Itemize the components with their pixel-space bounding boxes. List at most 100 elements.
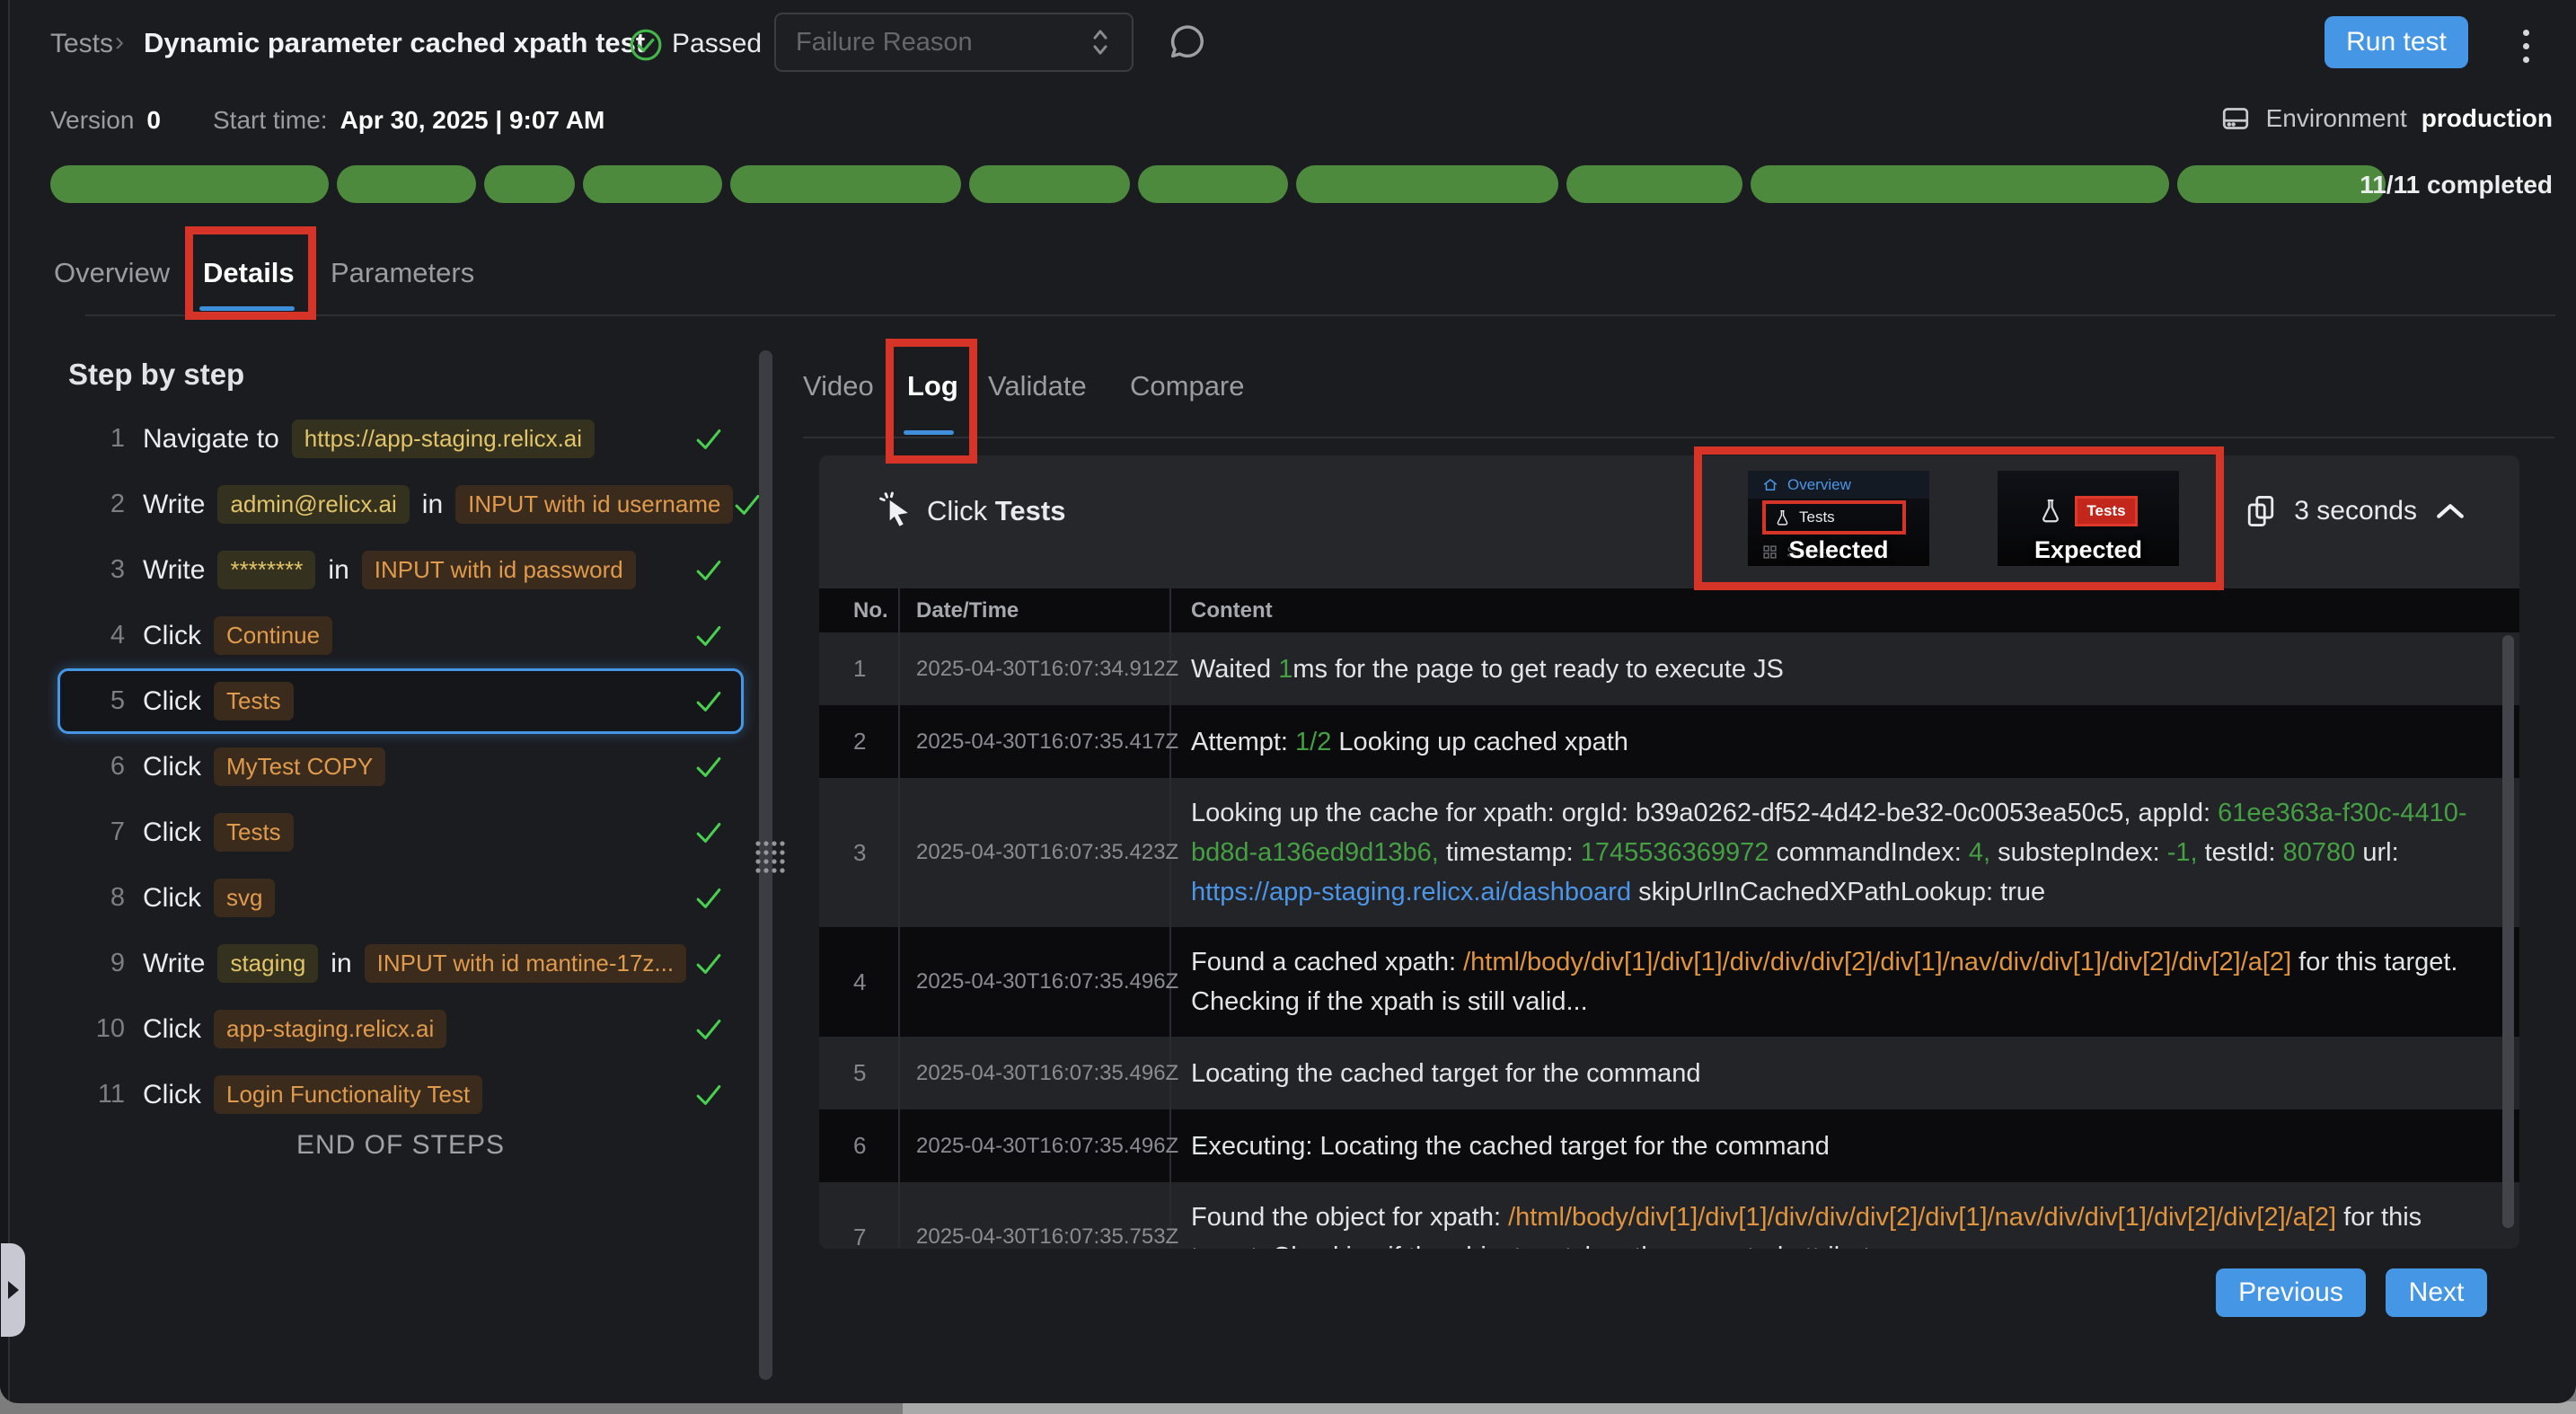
step-passed-check-icon (733, 493, 762, 517)
version-label: Version (50, 106, 134, 135)
environment-icon (2219, 102, 2252, 135)
failure-reason-select[interactable]: Failure Reason (774, 13, 1134, 72)
start-time-value: Apr 30, 2025 | 9:07 AM (340, 106, 605, 135)
log-row-3: 32025-04-30T16:07:35.423ZLooking up the … (819, 778, 2519, 927)
step-row-4[interactable]: 4ClickContinue (57, 603, 744, 668)
step-number: 7 (91, 817, 125, 847)
tab-log[interactable]: Log (907, 370, 958, 402)
step-action: Click (143, 883, 201, 914)
step-row-11[interactable]: 11ClickLogin Functionality Test (57, 1062, 744, 1127)
progress-bar (50, 165, 2386, 203)
log-row-number: 7 (819, 1182, 900, 1249)
progress-segment (583, 165, 722, 203)
log-row-timestamp: 2025-04-30T16:07:35.753Z (900, 1182, 1171, 1249)
step-row-6[interactable]: 6ClickMyTest COPY (57, 734, 744, 800)
step-action: Click (143, 817, 201, 848)
step-row-9[interactable]: 9WritestaginginINPUT with id mantine-17z… (57, 931, 744, 996)
log-row-content: Found a cached xpath: /html/body/div[1]/… (1171, 927, 2519, 1037)
tab-video[interactable]: Video (803, 370, 874, 402)
start-time-label: Start time: (213, 106, 328, 135)
log-row-number: 1 (819, 632, 900, 705)
panel-resize-handle[interactable] (754, 839, 788, 875)
collapse-chevron-icon[interactable] (2435, 501, 2466, 521)
copy-icon[interactable] (2245, 493, 2276, 529)
step-target-chip: svg (214, 879, 275, 917)
run-test-button[interactable]: Run test (2325, 16, 2468, 68)
step-row-3[interactable]: 3Write********inINPUT with id password (57, 537, 744, 603)
log-command-action: Click (927, 495, 987, 526)
log-row-content: Executing: Locating the cached target fo… (1171, 1111, 2519, 1181)
step-passed-check-icon (694, 1018, 723, 1041)
step-value-chip: staging (217, 944, 318, 983)
step-action: Click (143, 621, 201, 651)
step-joiner: in (331, 949, 351, 979)
step-row-10[interactable]: 10Clickapp-staging.relicx.ai (57, 996, 744, 1062)
step-row-5[interactable]: 5ClickTests (57, 668, 744, 734)
comment-bubble-icon[interactable] (1166, 22, 1207, 63)
step-target-chip: INPUT with id mantine-17z... (365, 944, 686, 983)
step-passed-check-icon (694, 887, 723, 910)
expected-screenshot-thumbnail[interactable]: Tests Expected (1998, 471, 2179, 566)
log-header: Click Tests 3 seconds (819, 455, 2519, 588)
expected-tests-highlight: Tests (2075, 496, 2137, 526)
col-header-content: Content (1171, 598, 2519, 623)
step-row-7[interactable]: 7ClickTests (57, 800, 744, 865)
progress-segment (1566, 165, 1743, 203)
flask-icon (2039, 498, 2062, 525)
progress-segment (1138, 165, 1288, 203)
step-joiner: in (422, 490, 443, 520)
step-number: 2 (91, 490, 125, 519)
app-root: Tests › Dynamic parameter cached xpath t… (0, 0, 2576, 1414)
next-button[interactable]: Next (2386, 1268, 2487, 1317)
kebab-menu-icon[interactable] (2508, 23, 2544, 68)
expected-label: Expected (1998, 536, 2179, 564)
step-passed-check-icon (694, 559, 723, 582)
col-header-datetime: Date/Time (900, 588, 1171, 632)
log-row-number: 6 (819, 1109, 900, 1182)
tab-compare[interactable]: Compare (1130, 370, 1245, 402)
step-action: Write (143, 490, 205, 520)
step-number: 10 (91, 1014, 125, 1044)
step-row-1[interactable]: 1Navigate tohttps://app-staging.relicx.a… (57, 406, 744, 472)
step-joiner: in (328, 555, 348, 586)
tab-overview[interactable]: Overview (54, 257, 170, 289)
log-row-timestamp: 2025-04-30T16:07:35.496Z (900, 1109, 1171, 1182)
selected-screenshot-thumbnail[interactable]: Overview Tests Suites Selected (1748, 471, 1929, 566)
click-cursor-icon (877, 490, 916, 529)
sidebar-expand-flap[interactable] (1, 1243, 25, 1337)
step-passed-check-icon (694, 624, 723, 648)
log-command-title: Click Tests (927, 495, 1065, 527)
tab-validate[interactable]: Validate (988, 370, 1087, 402)
mini-nav-overview: Overview (1748, 471, 1929, 499)
previous-button[interactable]: Previous (2216, 1268, 2366, 1317)
step-row-8[interactable]: 8 Click svg (57, 865, 744, 931)
duration-text: 3 seconds (2294, 496, 2417, 526)
steps-list: 1Navigate tohttps://app-staging.relicx.a… (57, 406, 744, 1127)
breadcrumb-separator: › (115, 27, 124, 57)
left-edge-divider (8, 0, 10, 1403)
log-rows: 12025-04-30T16:07:34.912ZWaited 1ms for … (819, 632, 2519, 1249)
active-detail-tab-underline (904, 430, 954, 435)
step-number: 8 (91, 883, 125, 913)
step-target-chip: app-staging.relicx.ai (214, 1010, 446, 1048)
tabs-divider (85, 314, 2555, 316)
meta-row: Version 0 Start time: Apr 30, 2025 | 9:0… (0, 90, 2576, 153)
progress-segment (730, 165, 960, 203)
step-number: 5 (91, 686, 125, 716)
log-row-timestamp: 2025-04-30T16:07:35.496Z (900, 1037, 1171, 1109)
tab-parameters[interactable]: Parameters (331, 257, 474, 289)
tab-details[interactable]: Details (203, 257, 295, 289)
step-action: Click (143, 1080, 201, 1110)
version-value: 0 (146, 106, 161, 135)
step-action: Navigate to (143, 424, 279, 455)
step-action: Write (143, 555, 205, 586)
log-link[interactable]: https://app-staging.relicx.ai/dashboard (1191, 878, 1631, 906)
log-scrollbar[interactable] (2502, 635, 2514, 1228)
breadcrumb-tests-link[interactable]: Tests (50, 29, 113, 59)
step-value-chip: https://app-staging.relicx.ai (292, 420, 595, 458)
log-row-number: 3 (819, 778, 900, 927)
step-row-2[interactable]: 2Writeadmin@relicx.aiinINPUT with id use… (57, 472, 744, 537)
step-number: 9 (91, 949, 125, 978)
step-target-chip: Continue (214, 616, 332, 655)
log-table-header: No. Date/Time Content (819, 588, 2519, 632)
